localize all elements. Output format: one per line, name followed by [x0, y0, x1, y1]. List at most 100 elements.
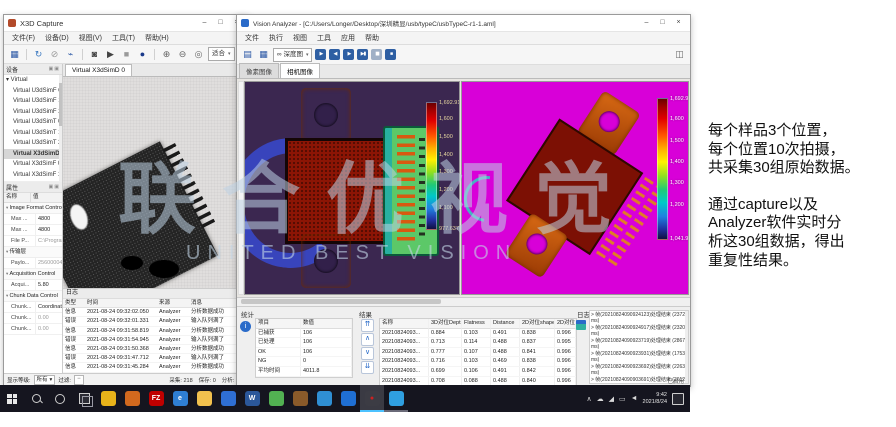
disconnect-icon[interactable]: ⊘: [48, 48, 61, 61]
display-level-select[interactable]: 所有 ▾: [34, 375, 56, 385]
maximize-button[interactable]: □: [655, 17, 670, 29]
log-row[interactable]: 信息2021-08-24 09:32:02.050Analyzer分析数据成功: [63, 308, 248, 317]
log-row[interactable]: 信息2021-08-24 09:31:58.819Analyzer分析数据成功: [63, 327, 248, 336]
menu-item[interactable]: 应用: [337, 33, 359, 43]
property-row[interactable]: Max ...4800: [4, 214, 62, 225]
property-value[interactable]: 0.00: [36, 313, 62, 323]
notification-center-icon[interactable]: [672, 393, 684, 405]
device-tree-item[interactable]: Virtual U3dSimT 2: [4, 138, 62, 149]
record-icon[interactable]: ●: [136, 48, 149, 61]
camera-icon[interactable]: ◙: [88, 48, 101, 61]
results-nav-arrow-3[interactable]: ⇊: [361, 361, 374, 374]
menu-item[interactable]: 帮助(H): [141, 33, 173, 43]
property-value[interactable]: 4800: [36, 225, 62, 235]
tray-expand-icon[interactable]: ∧: [586, 395, 591, 403]
menu-item[interactable]: 工具: [313, 33, 335, 43]
app-edge[interactable]: e: [168, 385, 192, 412]
grayscale-scan-viewport[interactable]: [63, 77, 248, 288]
results-row[interactable]: 20210824093...0.7770.1070.4880.8410.996: [380, 348, 576, 358]
property-row[interactable]: Acqui...5.80: [4, 280, 62, 291]
zoom-out-icon[interactable]: ⊖: [176, 48, 189, 61]
property-row[interactable]: Chunk...CoordinateC: [4, 302, 62, 313]
info-icon[interactable]: i: [240, 321, 251, 332]
menu-item[interactable]: 文件(F): [8, 33, 39, 43]
app-word[interactable]: W: [240, 385, 264, 412]
stats-row[interactable]: 已捕获106: [256, 329, 352, 339]
start-button[interactable]: [0, 385, 24, 412]
app-photos[interactable]: [216, 385, 240, 412]
step-back-button[interactable]: ◀: [329, 49, 340, 60]
device-tree-item[interactable]: Virtual U3dSimF 1: [4, 96, 62, 107]
panel-header-icons[interactable]: ▣▣: [49, 184, 60, 190]
results-row[interactable]: 20210824093...0.7160.1030.4690.8380.996: [380, 357, 576, 367]
capture-titlebar[interactable]: X3D Capture –□×: [4, 15, 248, 32]
video-icon[interactable]: ▶: [104, 48, 117, 61]
app-ludashi[interactable]: [96, 385, 120, 412]
scrollbar-thumb[interactable]: [241, 299, 441, 304]
onedrive-cloud-icon[interactable]: ☁: [597, 395, 604, 403]
refresh-icon[interactable]: ↻: [32, 48, 45, 61]
maximize-button[interactable]: □: [213, 17, 228, 29]
analyzer-log-list[interactable]: > 帧(20210824090924123)处理结束 (2372 ms)> 帧(…: [589, 310, 689, 384]
viewport-horizontal-scrollbar[interactable]: [237, 297, 690, 307]
log-scrollbar[interactable]: [685, 311, 688, 383]
log-row[interactable]: 错误2021-08-24 09:31:54.945Analyzer输入队列满了: [63, 336, 248, 345]
menu-item[interactable]: 工具(T): [108, 33, 139, 43]
play-button[interactable]: ▶: [343, 49, 354, 60]
minimize-button[interactable]: –: [639, 17, 654, 29]
device-tree-item[interactable]: Virtual X3dSimF 1: [4, 170, 62, 181]
property-value[interactable]: 256000048: [36, 258, 62, 268]
tab-virtual-x3dsimd0[interactable]: Virtual X3dSimD 0: [65, 64, 132, 76]
battery-icon[interactable]: ▭: [619, 395, 626, 403]
property-value[interactable]: CoordinateC: [36, 302, 62, 312]
property-group[interactable]: Image Format Control: [4, 203, 62, 214]
device-tree-item[interactable]: Virtual X3dSimD 0: [4, 149, 62, 160]
minimize-button[interactable]: –: [197, 17, 212, 29]
app-x3d-capture[interactable]: ●: [360, 385, 384, 412]
results-row[interactable]: 20210824093...0.6990.1060.4910.8420.996: [380, 367, 576, 377]
property-value[interactable]: C:\Program Fil: [36, 236, 62, 246]
property-value[interactable]: 0.00: [36, 324, 62, 334]
results-row[interactable]: 20210824093...0.8840.1030.4910.8380.996: [380, 329, 576, 339]
save-icon[interactable]: ▦: [257, 48, 270, 61]
log-row[interactable]: 信息2021-08-24 09:31:45.284Analyzer分析数据成功: [63, 363, 248, 372]
log-row[interactable]: 错误2021-08-24 09:31:47.712Analyzer输入队列满了: [63, 354, 248, 363]
menu-item[interactable]: 视图: [289, 33, 311, 43]
menu-item[interactable]: 执行: [265, 33, 287, 43]
device-tree-item[interactable]: Virtual U3dSimF 0: [4, 86, 62, 97]
search-button[interactable]: [24, 385, 48, 412]
network-icon[interactable]: ◢: [609, 395, 614, 403]
property-row[interactable]: Chunk...0.00: [4, 324, 62, 335]
view-mode-select[interactable]: ∞ 深度图 ▾: [273, 48, 312, 62]
device-tree-item[interactable]: Virtual U3dSimT 0: [4, 117, 62, 128]
app-editor[interactable]: [120, 385, 144, 412]
app-jar[interactable]: [288, 385, 312, 412]
depth-map-viewport-left[interactable]: 1,692.911,6001,5001,4001,3001,2001,10097…: [244, 81, 460, 295]
stats-row[interactable]: 平均时间4011.8: [256, 367, 352, 377]
results-nav-arrow-2[interactable]: ∨: [361, 347, 374, 360]
zoom-in-icon[interactable]: ⊕: [160, 48, 173, 61]
step-forward-button[interactable]: ▶▮: [357, 49, 368, 60]
property-row[interactable]: Chunk...0.00: [4, 313, 62, 324]
device-tree-item[interactable]: Virtual U3dSimT 1: [4, 128, 62, 139]
log-row[interactable]: 信息2021-08-24 09:31:50.368Analyzer分析数据成功: [63, 345, 248, 354]
property-value[interactable]: 5.80: [36, 280, 62, 290]
device-tree-root[interactable]: ▾ Virtual: [4, 75, 62, 86]
stop-button[interactable]: ■: [385, 49, 396, 60]
property-group[interactable]: Chunk Data Control: [4, 291, 62, 302]
close-button[interactable]: ×: [671, 17, 686, 29]
app-image-viewer[interactable]: [384, 385, 408, 412]
app-browser2[interactable]: [336, 385, 360, 412]
app-explorer[interactable]: [192, 385, 216, 412]
app-wechat[interactable]: [264, 385, 288, 412]
results-nav-arrow-1[interactable]: ∧: [361, 333, 374, 346]
zoom-mode-select[interactable]: 适合▾: [208, 47, 235, 61]
connect-icon[interactable]: ⌁: [64, 48, 77, 61]
save-icon[interactable]: ▦: [8, 48, 21, 61]
property-group[interactable]: Acquisition Control: [4, 269, 62, 280]
log-row[interactable]: 错误2021-08-24 09:32:01.331Analyzer输入队列满了: [63, 317, 248, 326]
property-group[interactable]: 传输层: [4, 247, 62, 258]
device-tree-item[interactable]: Virtual U3dSimF 2: [4, 107, 62, 118]
results-row[interactable]: 20210824093...0.7130.1140.4880.8370.995: [380, 338, 576, 348]
clear-log-icon[interactable]: [576, 320, 586, 330]
